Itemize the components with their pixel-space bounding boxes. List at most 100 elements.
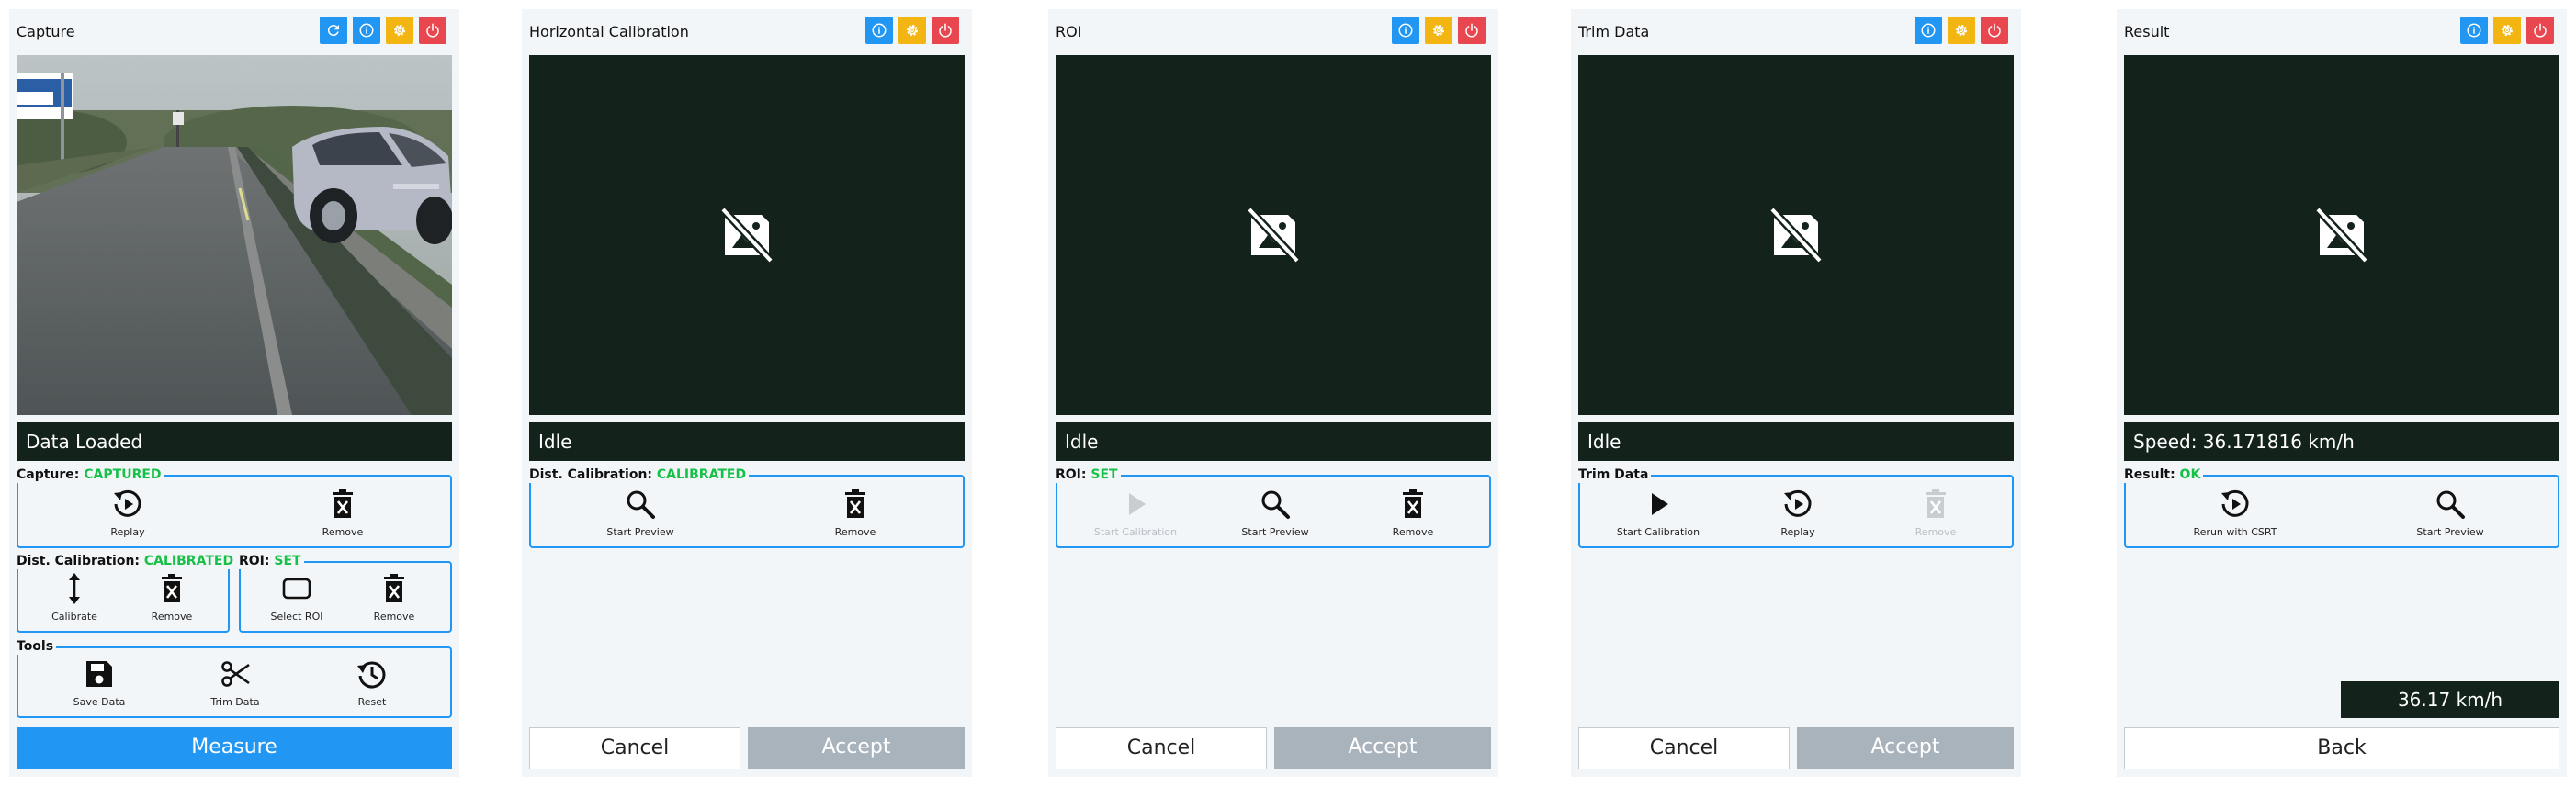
start-calibration-button[interactable]: Start Calibration xyxy=(1085,484,1186,541)
no-image-icon xyxy=(1244,206,1303,264)
panel-result: Result Speed: 36.171816 km/h Result: OK … xyxy=(2117,9,2567,777)
result-group: Result: OK Rerun with CSRT Start Preview xyxy=(2123,466,2559,548)
start-calibration-button[interactable]: Start Calibration xyxy=(1608,484,1709,541)
roi-state: SET xyxy=(1090,467,1118,482)
replay-icon xyxy=(111,488,144,521)
group-label: ROI: SET xyxy=(1055,466,1121,483)
info-icon xyxy=(2466,22,2482,39)
save-data-button[interactable]: Save Data xyxy=(49,654,150,711)
info-icon xyxy=(871,22,887,39)
remove-button[interactable]: Remove xyxy=(805,484,906,541)
remove-capture-button[interactable]: Remove xyxy=(292,484,393,541)
calibration-state: CALIBRATED xyxy=(656,467,747,482)
accept-button[interactable]: Accept xyxy=(748,727,965,769)
settings-button[interactable] xyxy=(1948,17,1975,44)
start-preview-button[interactable]: Start Preview xyxy=(1225,484,1326,541)
settings-icon xyxy=(904,22,921,39)
rerun-csrt-button[interactable]: Rerun with CSRT xyxy=(2185,484,2286,541)
refresh-icon xyxy=(325,22,342,39)
refresh-button[interactable] xyxy=(320,17,347,44)
accept-button[interactable]: Accept xyxy=(1797,727,2014,769)
remove-button[interactable]: Remove xyxy=(1362,484,1463,541)
car xyxy=(292,127,452,244)
cancel-button[interactable]: Cancel xyxy=(1578,727,1790,769)
measure-button[interactable]: Measure xyxy=(17,727,452,769)
replay-icon xyxy=(2219,488,2252,521)
replay-button[interactable]: Replay xyxy=(77,484,178,541)
info-button[interactable] xyxy=(865,17,893,44)
info-icon xyxy=(1920,22,1937,39)
vertical-arrows-icon xyxy=(58,572,91,605)
remove-calibration-button[interactable]: Remove xyxy=(121,568,222,625)
no-image-icon xyxy=(1767,206,1825,264)
power-button[interactable] xyxy=(419,17,446,44)
group-label: Tools xyxy=(16,638,57,655)
panel-trim-data: Trim Data Idle Trim Data Start Calibrati… xyxy=(1571,9,2021,777)
calibrate-button[interactable]: Calibrate xyxy=(24,568,125,625)
settings-button[interactable] xyxy=(898,17,926,44)
roi-state: SET xyxy=(274,554,301,568)
panel-title: Capture xyxy=(17,23,75,40)
group-label: Result: OK xyxy=(2123,466,2204,483)
capture-state: CAPTURED xyxy=(84,467,162,482)
cancel-button[interactable]: Cancel xyxy=(1056,727,1267,769)
rectangle-icon xyxy=(280,572,313,605)
status-bar: Idle xyxy=(529,422,965,461)
panel-title: Horizontal Calibration xyxy=(529,23,689,40)
group-label: Capture: CAPTURED xyxy=(16,466,164,483)
info-icon xyxy=(358,22,375,39)
trim-data-group: Trim Data Start Calibration Replay Remov… xyxy=(1577,466,2014,548)
search-icon xyxy=(624,488,657,521)
remove-roi-button[interactable]: Remove xyxy=(344,568,445,625)
power-button[interactable] xyxy=(2526,17,2554,44)
trim-data-button[interactable]: Trim Data xyxy=(185,654,286,711)
start-preview-button[interactable]: Start Preview xyxy=(590,484,691,541)
group-label: Dist. Calibration: CALIBRATED xyxy=(16,553,237,569)
status-bar: Idle xyxy=(1578,422,2014,461)
camera-frame xyxy=(529,55,965,415)
group-label: Dist. Calibration: CALIBRATED xyxy=(528,466,750,483)
reset-button[interactable]: Reset xyxy=(322,654,423,711)
info-button[interactable] xyxy=(1915,17,1942,44)
info-button[interactable] xyxy=(353,17,380,44)
camera-frame xyxy=(2124,55,2559,415)
info-icon xyxy=(1397,22,1414,39)
panel-title: ROI xyxy=(1056,23,1082,40)
power-icon xyxy=(2532,22,2548,39)
save-icon xyxy=(83,657,116,691)
panel-title: Result xyxy=(2124,23,2170,40)
replay-button[interactable]: Replay xyxy=(1747,484,1848,541)
info-button[interactable] xyxy=(2460,17,2488,44)
speed-status-bar: Speed: 36.171816 km/h xyxy=(2124,422,2559,461)
play-icon xyxy=(1119,488,1152,521)
group-label: ROI: SET xyxy=(238,553,304,569)
panel-capture: Capture Data Loaded Capture: CAPTURED Re… xyxy=(9,9,459,777)
panel-title: Trim Data xyxy=(1578,23,1650,40)
camera-frame xyxy=(17,55,452,415)
power-icon xyxy=(1463,22,1480,39)
start-preview-button[interactable]: Start Preview xyxy=(2400,484,2501,541)
power-button[interactable] xyxy=(932,17,959,44)
settings-button[interactable] xyxy=(1425,17,1452,44)
power-button[interactable] xyxy=(1981,17,2008,44)
settings-icon xyxy=(1430,22,1447,39)
remove-button[interactable]: Remove xyxy=(1885,484,1986,541)
trash-icon xyxy=(1396,488,1429,521)
select-roi-button[interactable]: Select ROI xyxy=(246,568,347,625)
accept-button[interactable]: Accept xyxy=(1274,727,1491,769)
trash-icon xyxy=(326,488,359,521)
power-icon xyxy=(424,22,441,39)
info-button[interactable] xyxy=(1392,17,1419,44)
road-scene-image xyxy=(17,55,452,415)
power-icon xyxy=(1986,22,2003,39)
settings-button[interactable] xyxy=(386,17,413,44)
speed-display: 36.17 km/h xyxy=(2341,681,2559,718)
settings-button[interactable] xyxy=(2493,17,2521,44)
power-icon xyxy=(937,22,954,39)
cancel-button[interactable]: Cancel xyxy=(529,727,740,769)
power-button[interactable] xyxy=(1458,17,1486,44)
group-label: Trim Data xyxy=(1577,466,1652,483)
panel-horizontal-calibration: Horizontal Calibration Idle Dist. Calibr… xyxy=(522,9,972,777)
back-button[interactable]: Back xyxy=(2124,727,2559,769)
scissors-icon xyxy=(219,657,252,691)
